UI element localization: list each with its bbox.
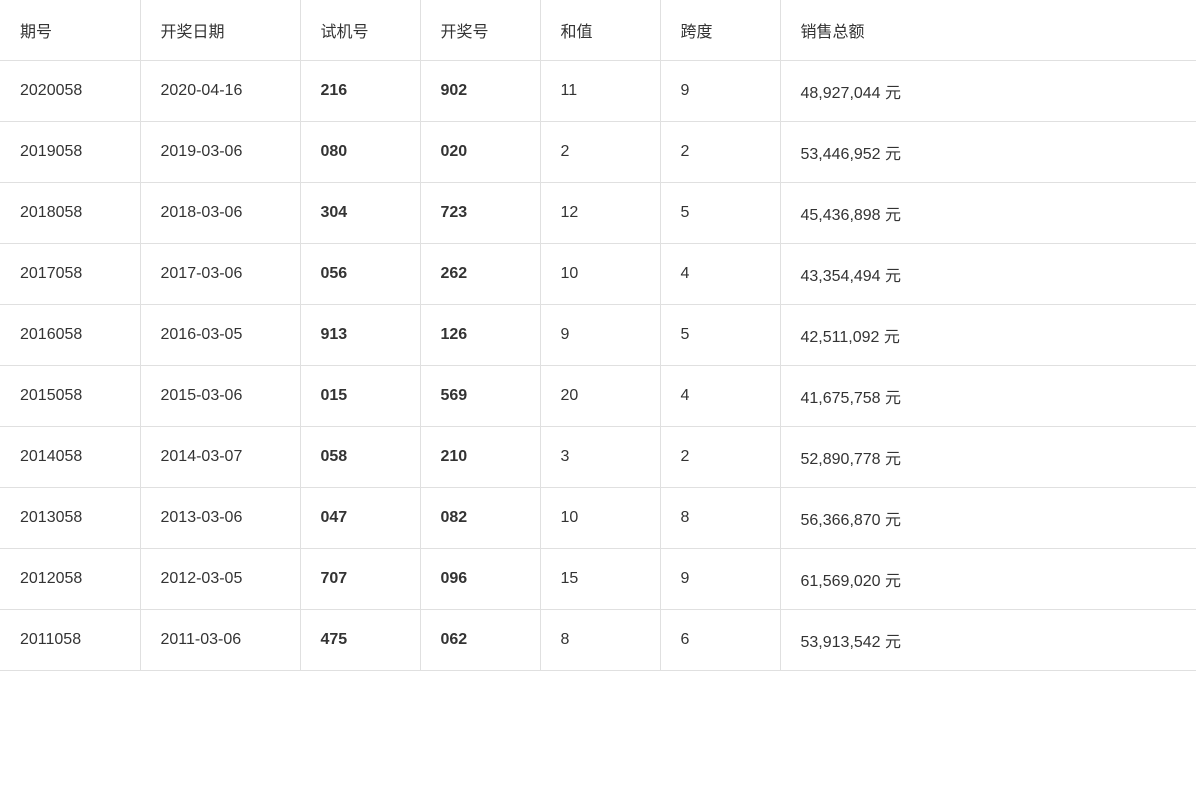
cell-xiaoshou: 61,569,020 元 <box>780 549 1196 610</box>
table-row: 20140582014-03-070582103252,890,778 元 <box>0 427 1196 488</box>
table-header: 期号 开奖日期 试机号 开奖号 和值 跨度 销售总额 <box>0 0 1196 61</box>
cell-kuadu: 6 <box>660 610 780 671</box>
table-row: 20180582018-03-0630472312545,436,898 元 <box>0 183 1196 244</box>
cell-hezhi: 12 <box>540 183 660 244</box>
cell-xiaoshou: 41,675,758 元 <box>780 366 1196 427</box>
cell-date: 2016-03-05 <box>140 305 300 366</box>
cell-hezhi: 10 <box>540 488 660 549</box>
cell-kaijianghao: 902 <box>420 61 540 122</box>
cell-hezhi: 2 <box>540 122 660 183</box>
cell-date: 2017-03-06 <box>140 244 300 305</box>
cell-date: 2014-03-07 <box>140 427 300 488</box>
cell-kaijianghao: 723 <box>420 183 540 244</box>
cell-shijihao: 913 <box>300 305 420 366</box>
col-header-shijihao: 试机号 <box>300 0 420 61</box>
cell-qihao: 2012058 <box>0 549 140 610</box>
cell-kaijianghao: 096 <box>420 549 540 610</box>
cell-kuadu: 5 <box>660 305 780 366</box>
cell-shijihao: 707 <box>300 549 420 610</box>
cell-hezhi: 9 <box>540 305 660 366</box>
cell-shijihao: 058 <box>300 427 420 488</box>
cell-xiaoshou: 43,354,494 元 <box>780 244 1196 305</box>
cell-qihao: 2019058 <box>0 122 140 183</box>
header-row: 期号 开奖日期 试机号 开奖号 和值 跨度 销售总额 <box>0 0 1196 61</box>
cell-qihao: 2015058 <box>0 366 140 427</box>
cell-qihao: 2016058 <box>0 305 140 366</box>
table-row: 20130582013-03-0604708210856,366,870 元 <box>0 488 1196 549</box>
cell-kuadu: 9 <box>660 549 780 610</box>
cell-xiaoshou: 53,913,542 元 <box>780 610 1196 671</box>
table-row: 20160582016-03-059131269542,511,092 元 <box>0 305 1196 366</box>
cell-xiaoshou: 52,890,778 元 <box>780 427 1196 488</box>
col-header-kaijianghao: 开奖号 <box>420 0 540 61</box>
cell-kaijianghao: 062 <box>420 610 540 671</box>
cell-date: 2013-03-06 <box>140 488 300 549</box>
cell-hezhi: 10 <box>540 244 660 305</box>
cell-kaijianghao: 020 <box>420 122 540 183</box>
cell-qihao: 2011058 <box>0 610 140 671</box>
cell-qihao: 2014058 <box>0 427 140 488</box>
cell-xiaoshou: 42,511,092 元 <box>780 305 1196 366</box>
cell-xiaoshou: 45,436,898 元 <box>780 183 1196 244</box>
col-header-date: 开奖日期 <box>140 0 300 61</box>
cell-xiaoshou: 53,446,952 元 <box>780 122 1196 183</box>
cell-shijihao: 047 <box>300 488 420 549</box>
table-row: 20190582019-03-060800202253,446,952 元 <box>0 122 1196 183</box>
col-header-hezhi: 和值 <box>540 0 660 61</box>
cell-date: 2019-03-06 <box>140 122 300 183</box>
cell-kuadu: 4 <box>660 244 780 305</box>
col-header-qihao: 期号 <box>0 0 140 61</box>
cell-kuadu: 5 <box>660 183 780 244</box>
table-row: 20120582012-03-0570709615961,569,020 元 <box>0 549 1196 610</box>
cell-qihao: 2018058 <box>0 183 140 244</box>
cell-kaijianghao: 569 <box>420 366 540 427</box>
cell-qihao: 2017058 <box>0 244 140 305</box>
col-header-kuadu: 跨度 <box>660 0 780 61</box>
cell-hezhi: 11 <box>540 61 660 122</box>
cell-xiaoshou: 48,927,044 元 <box>780 61 1196 122</box>
cell-qihao: 2013058 <box>0 488 140 549</box>
cell-kaijianghao: 082 <box>420 488 540 549</box>
table-row: 20200582020-04-1621690211948,927,044 元 <box>0 61 1196 122</box>
table-row: 20170582017-03-0605626210443,354,494 元 <box>0 244 1196 305</box>
col-header-xiaoshou: 销售总额 <box>780 0 1196 61</box>
cell-date: 2020-04-16 <box>140 61 300 122</box>
cell-hezhi: 15 <box>540 549 660 610</box>
cell-kuadu: 9 <box>660 61 780 122</box>
table-body: 20200582020-04-1621690211948,927,044 元20… <box>0 61 1196 671</box>
cell-kaijianghao: 262 <box>420 244 540 305</box>
cell-hezhi: 8 <box>540 610 660 671</box>
cell-kuadu: 4 <box>660 366 780 427</box>
cell-shijihao: 304 <box>300 183 420 244</box>
cell-kuadu: 2 <box>660 427 780 488</box>
cell-shijihao: 216 <box>300 61 420 122</box>
cell-shijihao: 015 <box>300 366 420 427</box>
table-row: 20150582015-03-0601556920441,675,758 元 <box>0 366 1196 427</box>
cell-kuadu: 8 <box>660 488 780 549</box>
cell-date: 2012-03-05 <box>140 549 300 610</box>
cell-date: 2011-03-06 <box>140 610 300 671</box>
cell-kaijianghao: 126 <box>420 305 540 366</box>
cell-date: 2018-03-06 <box>140 183 300 244</box>
cell-xiaoshou: 56,366,870 元 <box>780 488 1196 549</box>
lottery-table: 期号 开奖日期 试机号 开奖号 和值 跨度 销售总额 20200582020-0… <box>0 0 1196 671</box>
cell-kuadu: 2 <box>660 122 780 183</box>
cell-date: 2015-03-06 <box>140 366 300 427</box>
table-row: 20110582011-03-064750628653,913,542 元 <box>0 610 1196 671</box>
cell-hezhi: 3 <box>540 427 660 488</box>
main-container: 期号 开奖日期 试机号 开奖号 和值 跨度 销售总额 20200582020-0… <box>0 0 1196 786</box>
cell-kaijianghao: 210 <box>420 427 540 488</box>
cell-shijihao: 475 <box>300 610 420 671</box>
cell-shijihao: 056 <box>300 244 420 305</box>
cell-shijihao: 080 <box>300 122 420 183</box>
cell-hezhi: 20 <box>540 366 660 427</box>
cell-qihao: 2020058 <box>0 61 140 122</box>
